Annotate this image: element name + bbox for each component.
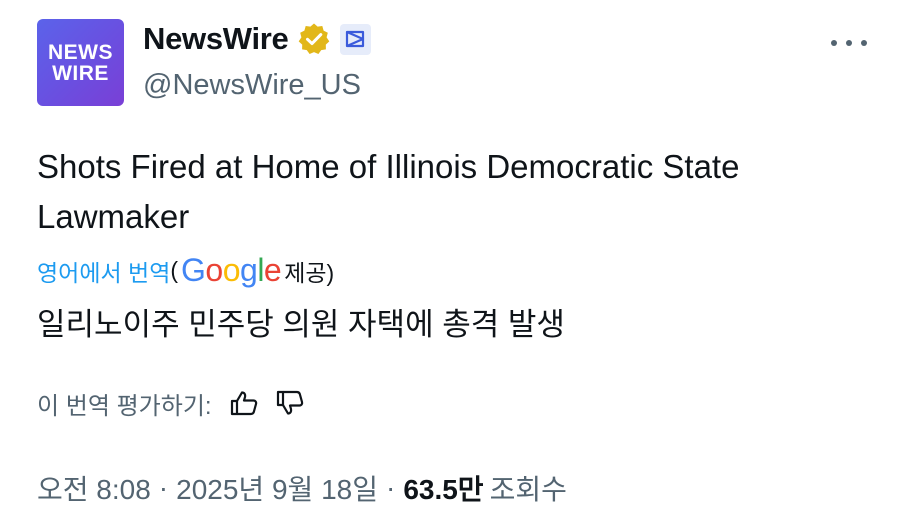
translated-text: 일리노이주 민주당 의원 자택에 총격 발생 (37, 307, 565, 342)
affiliate-logo-icon[interactable] (339, 23, 371, 55)
paren-open: ( (170, 257, 179, 283)
view-count-label: 조회수 (489, 474, 567, 505)
tweet-meta: 오전 8:08 · 2025년 9월 18일 · 63.5만 조회수 (37, 468, 567, 508)
name-row: NewsWire (143, 21, 371, 57)
provided-by: 제공) (284, 259, 335, 286)
post-time[interactable]: 오전 8:08 (37, 468, 151, 508)
rate-translation: 이 번역 평가하기: (37, 385, 308, 421)
thumbs-down-icon[interactable] (272, 385, 308, 421)
google-logo-letter: o (205, 252, 223, 288)
avatar-text-line2: WIRE (52, 61, 109, 85)
google-logo-letter: l (257, 252, 264, 288)
view-count[interactable]: 63.5만 (403, 468, 483, 508)
translation-attribution: 영어에서 번역 ( Google 제공) (37, 252, 334, 289)
handle[interactable]: @NewsWire_US (143, 69, 361, 102)
google-logo-letter: e (263, 252, 282, 288)
separator: · (385, 472, 396, 503)
translated-from-link[interactable]: 영어에서 번역 (37, 254, 170, 288)
google-logo: Google (181, 252, 282, 289)
tweet-text: Shots Fired at Home of Illinois Democrat… (37, 148, 740, 235)
google-logo-letter: G (181, 252, 206, 288)
rate-label: 이 번역 평가하기: (37, 392, 212, 420)
tweet-header: NEWS WIRE NewsWire @NewsWire_US (37, 19, 867, 109)
google-logo-letter: o (222, 252, 241, 288)
verified-badge-icon[interactable] (297, 22, 331, 56)
more-options-icon[interactable] (831, 36, 867, 50)
post-date[interactable]: 2025년 9월 18일 (176, 468, 378, 508)
display-name[interactable]: NewsWire (143, 21, 289, 57)
google-logo-letter: g (240, 252, 258, 288)
avatar[interactable]: NEWS WIRE (37, 19, 124, 106)
avatar-text-line1: NEWS (48, 40, 113, 64)
thumbs-up-icon[interactable] (226, 385, 262, 421)
separator: · (158, 472, 169, 503)
